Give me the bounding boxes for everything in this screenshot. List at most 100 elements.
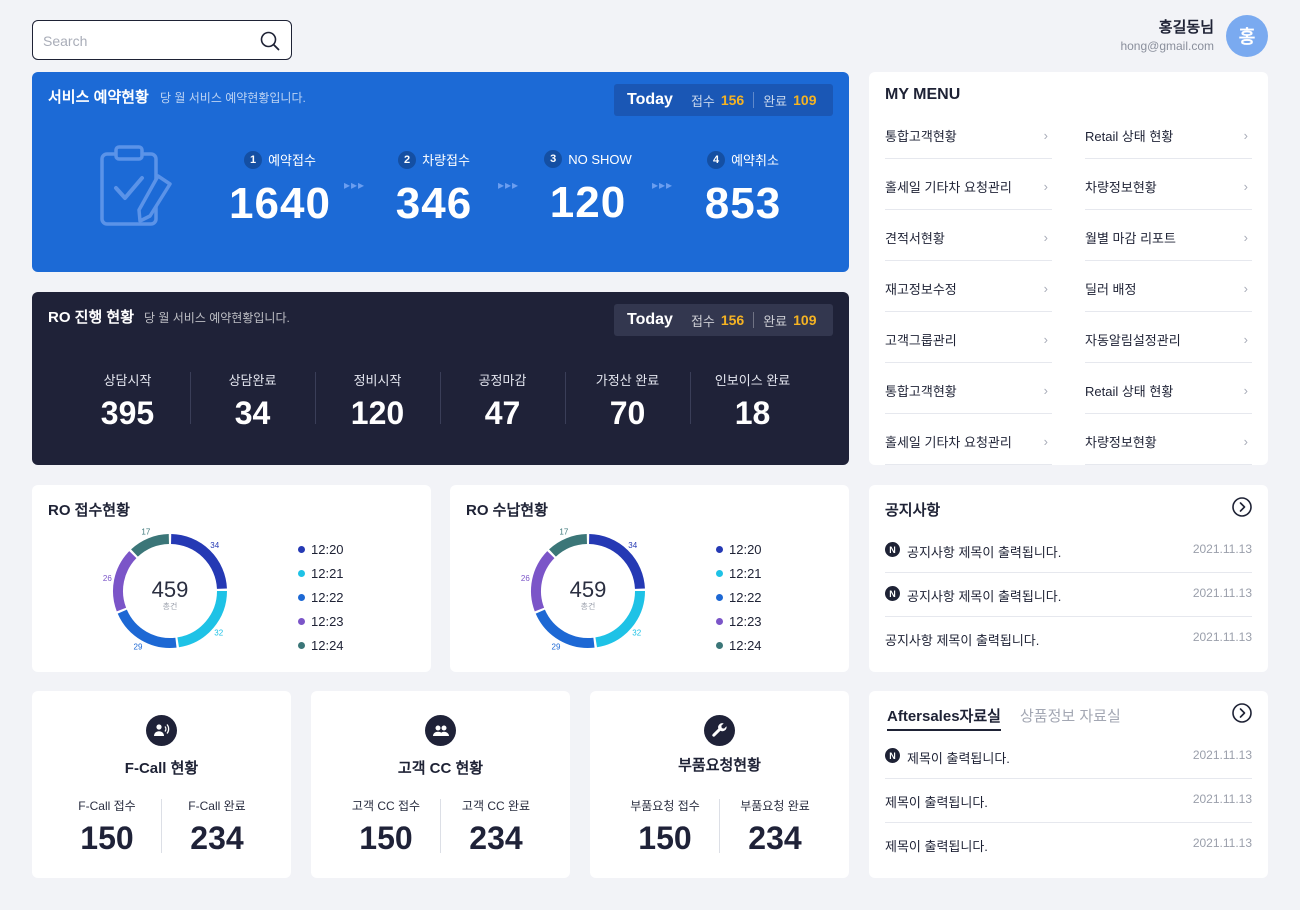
legend-label: 12:20 [311,541,344,557]
avatar[interactable]: 홍 [1226,15,1268,57]
menu-item[interactable]: 월별 마감 리포트 › [1085,210,1252,261]
legend-item: 12:21 [298,561,344,585]
step-label: 차량접수 [422,153,470,168]
aftersales-date: 2021.11.13 [1192,792,1252,806]
menu-item[interactable]: 자동알림설정관리 › [1085,312,1252,363]
chevron-right-icon: › [1043,332,1048,347]
notice-row[interactable]: N 공지사항 제목이 출력됩니다. 2021.11.13 [885,529,1252,573]
search-input[interactable] [43,30,253,52]
aftersales-row[interactable]: 제목이 출력됩니다. 2021.11.13 [885,779,1252,823]
stat-value: 395 [100,395,155,431]
new-badge: N [885,542,900,557]
menu-item[interactable]: 딜러 배정 › [1085,261,1252,312]
menu-item[interactable]: 고객그룹관리 › [885,312,1052,363]
chevron-right-icon: › [1243,128,1248,143]
stat-label: 상담시작 [103,373,152,388]
aftersales-row[interactable]: N 제목이 출력됩니다. 2021.11.13 [885,735,1252,779]
stat-value: 150 [638,820,692,856]
stat-card[interactable]: F-Call 현황 F-Call 접수 150 F-Call 완료 234 [32,691,291,878]
stat-label: F-Call 접수 [78,799,136,813]
today-received-value: 156 [720,312,745,328]
stat-label: 부품요청 접수 [630,799,700,813]
step-vehicle-received[interactable]: 2 차량접수 346 [369,150,499,229]
today-done-label: 완료 [763,93,788,109]
menu-item[interactable]: 홀세일 기타차 요청관리 › [885,159,1052,210]
card-title: RO 접수현황 [48,502,130,519]
notice-row[interactable]: 공지사항 제목이 출력됩니다. 2021.11.13 [885,617,1252,661]
aftersales-row[interactable]: 제목이 출력됩니다. 2021.11.13 [885,823,1252,867]
search-icon[interactable] [259,30,281,52]
menu-item-label: 홀세일 기타차 요청관리 [885,180,1012,195]
today-done-value: 109 [793,312,817,328]
step-reservation-cancel[interactable]: 4 예약취소 853 [678,150,808,229]
slice-data-label: 32 [632,629,641,638]
tab-aftersales[interactable]: Aftersales자료실 [887,705,1001,731]
notice-row[interactable]: N 공지사항 제목이 출력됩니다. 2021.11.13 [885,573,1252,617]
menu-item[interactable]: 견적서현황 › [885,210,1052,261]
more-arrow-icon[interactable] [1232,497,1252,517]
menu-item-label: 재고정보수정 [885,282,957,297]
menu-item[interactable]: 홀세일 기타차 요청관리 › [885,414,1052,465]
search-box[interactable] [32,20,292,60]
stat-received: F-Call 접수 150 [52,797,162,857]
menu-item-label: 통합고객현황 [885,129,957,144]
menu-item[interactable]: Retail 상태 현황 › [1085,108,1252,159]
menu-item[interactable]: 재고정보수정 › [885,261,1052,312]
today-received-value: 156 [720,92,745,108]
stat-label: 고객 CC 완료 [461,799,531,813]
step-reservation-received[interactable]: 1 예약접수 1640 [215,150,345,229]
stat-value: 150 [80,820,134,856]
today-done-value: 109 [793,92,817,108]
ro-stat-prepay-done[interactable]: 가정산 완료 70 [565,370,690,432]
chart-legend: 12:20 12:21 12:22 12:23 12:24 [298,537,344,657]
legend-item: 12:23 [716,609,762,633]
donut-slice[interactable] [549,534,588,557]
menu-item[interactable]: Retail 상태 현황 › [1085,363,1252,414]
donut-slice[interactable] [531,551,555,612]
step-number: 3 [544,150,563,168]
menu-item[interactable]: 통합고객현황 › [885,363,1052,414]
legend-swatch [298,641,305,649]
stat-value: 234 [469,820,523,856]
donut-slice[interactable] [113,551,137,612]
menu-item-label: 월별 마감 리포트 [1085,231,1176,246]
ro-stat-consult-done[interactable]: 상담완료 34 [190,370,315,432]
stat-card[interactable]: 부품요청현황 부품요청 접수 150 부품요청 완료 234 [590,691,849,878]
donut-slice[interactable] [535,609,595,648]
donut-slice[interactable] [117,609,177,648]
stat-card-title: 부품요청현황 [678,757,761,774]
wrench-icon [704,715,735,746]
stat-value: 70 [609,395,646,431]
step-no-show[interactable]: 3 NO SHOW 120 [523,150,653,228]
stat-label: 인보이스 완료 [714,373,791,388]
step-number: 2 [398,150,417,169]
more-arrow-icon[interactable] [1232,703,1252,723]
legend-swatch [716,617,723,625]
tab-product-info[interactable]: 상품정보 자료실 [1020,705,1121,726]
stat-value: 120 [350,395,405,431]
menu-item[interactable]: 차량정보현황 › [1085,159,1252,210]
chevron-right-icon: › [1043,383,1048,398]
stat-card[interactable]: 고객 CC 현황 고객 CC 접수 150 고객 CC 완료 234 [311,691,570,878]
stat-label: 고객 CC 접수 [351,799,421,813]
legend-item: 12:22 [716,585,762,609]
stat-value: 234 [190,820,244,856]
step-value: 1640 [229,179,331,228]
donut-slice[interactable] [131,534,170,557]
stat-value: 18 [734,395,771,431]
menu-item-label: Retail 상태 현황 [1085,129,1174,144]
notice-title: 공지사항 제목이 출력됩니다. [907,589,1062,604]
ro-stat-invoice-done[interactable]: 인보이스 완료 18 [690,370,815,432]
ro-stat-consult-start[interactable]: 상담시작 395 [65,370,190,432]
stat-label: 가정산 완료 [595,373,660,388]
menu-item[interactable]: 차량정보현황 › [1085,414,1252,465]
ro-stat-repair-start[interactable]: 정비시작 120 [315,370,440,432]
ro-stat-process-close[interactable]: 공정마감 47 [440,370,565,432]
chevron-right-icon: › [1043,281,1048,296]
stat-received: 부품요청 접수 150 [610,797,720,857]
stat-card-title: 고객 CC 현황 [397,760,484,777]
legend-item: 12:20 [298,537,344,561]
chevron-right-icon: › [1043,179,1048,194]
menu-item[interactable]: 통합고객현황 › [885,108,1052,159]
today-received-label: 접수 [690,93,715,109]
